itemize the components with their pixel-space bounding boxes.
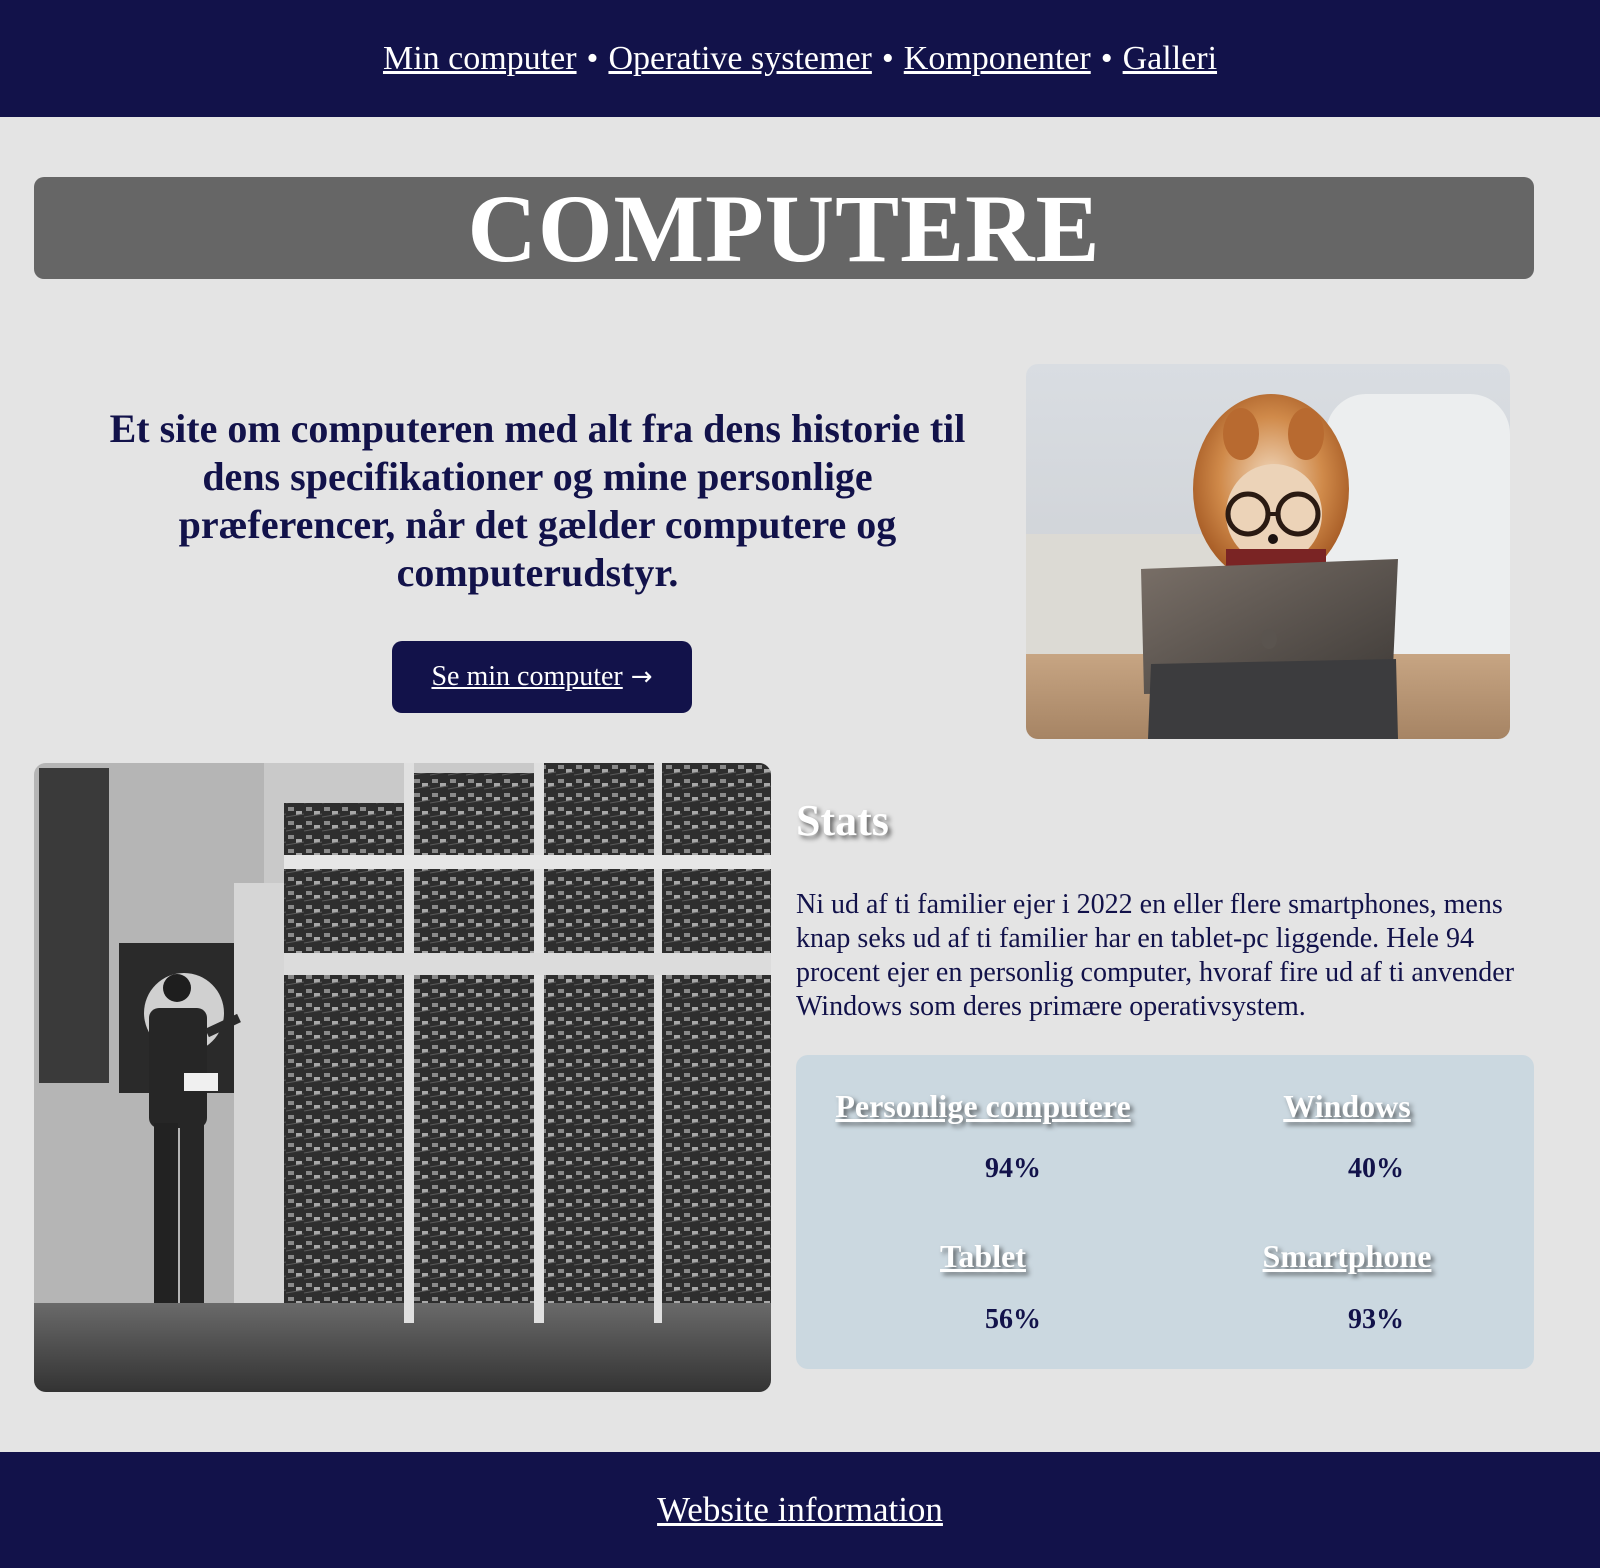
- nav-separator: •: [586, 39, 599, 77]
- stats-description: Ni ud af ti familier ejer i 2022 en elle…: [796, 889, 1515, 1022]
- intro-text: Et site om computeren med alt fra dens h…: [109, 406, 966, 595]
- see-my-computer-button[interactable]: Se min computer →: [392, 641, 692, 713]
- stat-value-personal-computers: 94%: [985, 1153, 1041, 1184]
- nav-separator: •: [881, 39, 894, 77]
- page-title: COMPUTERE: [34, 175, 1534, 282]
- stat-value-smartphone: 93%: [1348, 1304, 1404, 1335]
- stat-value-tablet: 56%: [985, 1304, 1041, 1335]
- server-room-photo: [34, 763, 771, 1392]
- see-my-computer-label: Se min computer: [431, 661, 623, 692]
- nav-link-komponenter[interactable]: Komponenter: [904, 40, 1091, 78]
- nav-link-galleri[interactable]: Galleri: [1123, 40, 1217, 78]
- stat-label-smartphone: Smartphone: [1262, 1238, 1432, 1274]
- stat-label-personal-computers: Personlige computere: [835, 1088, 1131, 1124]
- website-information-link[interactable]: Website information: [657, 1490, 943, 1530]
- stat-value-windows: 40%: [1348, 1153, 1404, 1184]
- nav-link-operative-systemer[interactable]: Operative systemer: [608, 40, 871, 78]
- stat-label-windows: Windows: [1283, 1088, 1411, 1124]
- nav-link-min-computer[interactable]: Min computer: [383, 40, 577, 78]
- nav-separator: •: [1100, 39, 1113, 77]
- stat-label-tablet: Tablet: [940, 1238, 1026, 1274]
- dog-with-tablet-photo: [1026, 364, 1510, 739]
- stats-heading: Stats: [796, 796, 889, 845]
- footer: Website information: [0, 1452, 1600, 1568]
- arrow-right-icon: →: [630, 662, 653, 692]
- stats-panel: Personlige computere 94% Windows 40% Tab…: [796, 1055, 1534, 1369]
- top-navigation: Min computer • Operative systemer • Komp…: [0, 0, 1600, 117]
